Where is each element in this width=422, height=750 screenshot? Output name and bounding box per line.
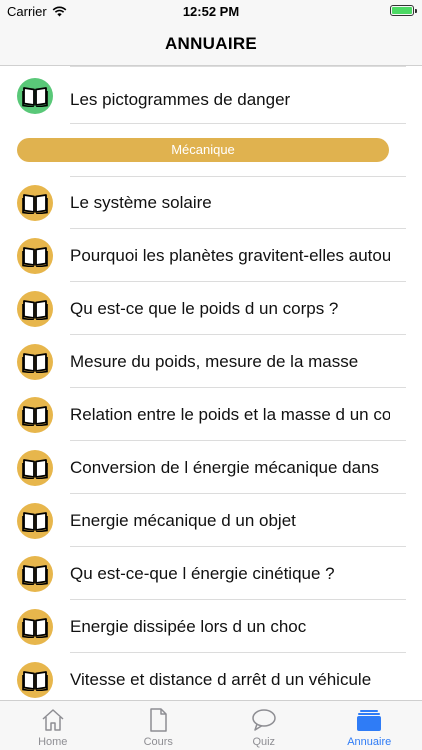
list-item-label: Vitesse et distance d arrêt d un véhicul… <box>70 670 372 689</box>
speech-bubble-icon <box>252 709 276 731</box>
tab-home[interactable]: Home <box>0 701 106 750</box>
list-item[interactable]: Conversion de l énergie mécanique dans <box>0 441 422 494</box>
list-item[interactable]: Le système solaire <box>0 176 422 229</box>
book-icon <box>17 397 53 433</box>
tab-bar: Home Cours Quiz Annuaire <box>0 700 422 750</box>
list-item-label: Energie dissipée lors d un choc <box>70 617 307 636</box>
tab-label: Quiz <box>252 736 276 748</box>
book-icon <box>17 185 53 221</box>
list-item[interactable]: Les pictogrammes de danger <box>0 66 422 124</box>
app-screen: Carrier 12:52 PM ANNUAIRE Les pictogramm… <box>0 0 422 750</box>
status-time: 12:52 PM <box>182 4 240 19</box>
status-bar: Carrier 12:52 PM <box>0 0 422 22</box>
list-item-label: Les pictogrammes de danger <box>70 90 291 109</box>
book-icon <box>17 238 53 274</box>
section-header-mecanique: Mécanique <box>17 138 389 162</box>
tab-label: Cours <box>143 736 173 748</box>
tab-label: Home <box>38 736 68 748</box>
book-icon <box>17 503 53 539</box>
battery-icon <box>390 5 417 16</box>
directory-list[interactable]: Les pictogrammes de danger Mécanique Le … <box>0 66 422 700</box>
row-divider <box>70 66 406 67</box>
list-item[interactable]: Pourquoi les planètes gravitent-elles au… <box>0 229 422 282</box>
list-item-label: Pourquoi les planètes gravitent-elles au… <box>70 246 390 265</box>
list-item[interactable]: Relation entre le poids et la masse d un… <box>0 388 422 441</box>
list-item-label: Relation entre le poids et la masse d un… <box>70 405 390 424</box>
list-item-label: Le système solaire <box>70 193 212 212</box>
home-icon <box>42 709 64 731</box>
page-title: ANNUAIRE <box>164 34 258 53</box>
navigation-bar: ANNUAIRE <box>0 22 422 66</box>
list-item[interactable]: Energie mécanique d un objet <box>0 494 422 547</box>
tab-quiz[interactable]: Quiz <box>211 701 317 750</box>
book-icon <box>17 78 53 114</box>
list-item-label: Energie mécanique d un objet <box>70 511 296 530</box>
row-divider <box>70 176 406 177</box>
tab-cours[interactable]: Cours <box>106 701 212 750</box>
book-icon <box>17 609 53 645</box>
list-item[interactable]: Mesure du poids, mesure de la masse <box>0 335 422 388</box>
tab-annuaire[interactable]: Annuaire <box>317 701 422 750</box>
folder-icon <box>357 710 382 731</box>
list-item-label: Conversion de l énergie mécanique dans <box>70 458 380 477</box>
book-icon <box>17 344 53 380</box>
book-icon <box>17 291 53 327</box>
book-icon <box>17 556 53 592</box>
list-item-label: Qu est-ce que le poids d un corps ? <box>70 299 339 318</box>
list-item[interactable]: Energie dissipée lors d un choc <box>0 600 422 653</box>
list-item[interactable]: Qu est-ce que le poids d un corps ? <box>0 282 422 335</box>
list-item-label: Qu est-ce-que l énergie cinétique ? <box>70 564 335 583</box>
list-item-label: Mesure du poids, mesure de la masse <box>70 352 359 371</box>
document-icon <box>150 708 167 732</box>
list-item[interactable]: Vitesse et distance d arrêt d un véhicul… <box>0 653 422 700</box>
list-item[interactable]: Qu est-ce-que l énergie cinétique ? <box>0 547 422 600</box>
book-icon <box>17 662 53 698</box>
row-divider <box>70 123 406 124</box>
book-icon <box>17 450 53 486</box>
tab-label: Annuaire <box>347 736 392 748</box>
